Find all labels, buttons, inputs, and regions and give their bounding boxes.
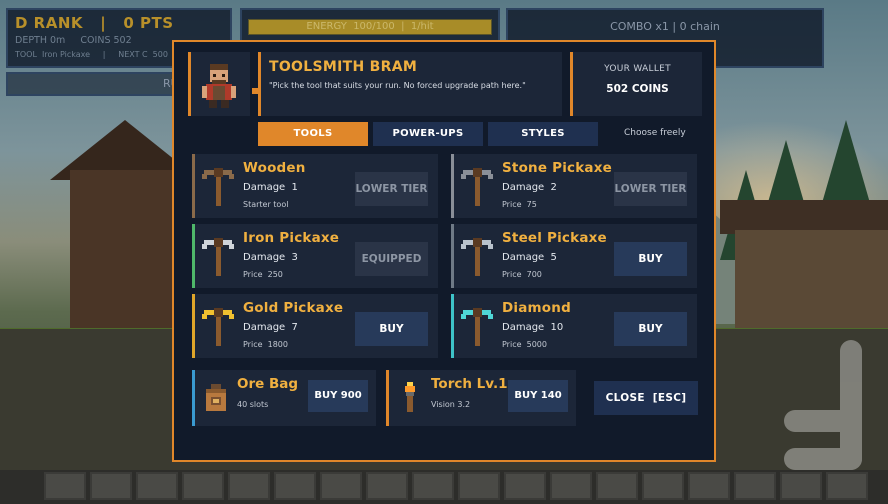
combo-text: COMBO x1 | 0 chain bbox=[610, 20, 720, 33]
pickaxe-icon bbox=[201, 234, 235, 278]
energy-text: ENERGY 100/100 | 1/hit bbox=[306, 21, 434, 32]
tool-card-gold-pickaxe: Gold Pickaxe Damage 7 Price 1800 BUY bbox=[192, 294, 438, 358]
divider: | bbox=[88, 14, 118, 32]
utility-info: 40 slots bbox=[237, 400, 269, 409]
utility-card-torch: Torch Lv.1 Vision 3.2 BUY 140 bbox=[386, 370, 576, 426]
wallet-value: 502 COINS bbox=[606, 83, 669, 95]
lower-tier-button[interactable]: LOWER TIER bbox=[355, 172, 428, 206]
tool-info: Price 5000 bbox=[502, 340, 547, 349]
block-tile bbox=[90, 472, 132, 500]
ore-bag-icon bbox=[203, 380, 229, 414]
tool-card-iron-pickaxe: Iron Pickaxe Damage 3 Price 250 EQUIPPED bbox=[192, 224, 438, 288]
cabin bbox=[70, 170, 180, 330]
block-tile bbox=[136, 472, 178, 500]
tool-damage: Damage 7 bbox=[243, 322, 298, 333]
tool-info: Price 1800 bbox=[243, 340, 288, 349]
wallet-panel: YOUR WALLET 502 COINS bbox=[570, 52, 702, 116]
block-tile bbox=[320, 472, 362, 500]
block-tile bbox=[228, 472, 270, 500]
block-tile bbox=[458, 472, 500, 500]
equipped-button[interactable]: EQUIPPED bbox=[355, 242, 428, 276]
block-tile bbox=[412, 472, 454, 500]
wallet-label: YOUR WALLET bbox=[604, 64, 671, 74]
block-tile bbox=[44, 472, 86, 500]
tool-name: Steel Pickaxe bbox=[502, 230, 607, 246]
buy-button[interactable]: BUY bbox=[614, 242, 687, 276]
tool-damage: Damage 3 bbox=[243, 252, 298, 263]
block-tile bbox=[274, 472, 316, 500]
tool-name: Diamond bbox=[502, 300, 571, 316]
tool-name: Gold Pickaxe bbox=[243, 300, 344, 316]
buy-torch-button[interactable]: BUY 140 bbox=[508, 380, 568, 412]
utility-name: Ore Bag bbox=[237, 376, 299, 392]
block-tile bbox=[504, 472, 546, 500]
block-tile bbox=[596, 472, 638, 500]
shop-modal: TOOLSMITH BRAM "Pick the tool that suits… bbox=[172, 40, 716, 462]
house-roof bbox=[720, 200, 888, 234]
block-tile bbox=[182, 472, 224, 500]
points-label: 0 PTS bbox=[123, 14, 174, 32]
block-tile bbox=[642, 472, 684, 500]
energy-bar: ENERGY 100/100 | 1/hit bbox=[248, 19, 492, 35]
utility-card-ore-bag: Ore Bag 40 slots BUY 900 bbox=[192, 370, 376, 426]
tab-tools[interactable]: TOOLS bbox=[258, 122, 368, 146]
pickaxe-icon bbox=[460, 164, 494, 208]
close-button[interactable]: CLOSE [ESC] bbox=[594, 381, 698, 415]
coins-label: COINS 502 bbox=[80, 35, 132, 46]
utility-name: Torch Lv.1 bbox=[431, 376, 508, 392]
tool-damage: Damage 5 bbox=[502, 252, 557, 263]
depth-label: DEPTH 0m bbox=[15, 35, 66, 46]
pickaxe-icon bbox=[460, 304, 494, 348]
shopkeeper-quote: "Pick the tool that suits your run. No f… bbox=[269, 81, 526, 90]
tool-name: Wooden bbox=[243, 160, 306, 176]
block-tile bbox=[366, 472, 408, 500]
pickaxe-icon bbox=[460, 234, 494, 278]
blacksmith-avatar-icon bbox=[188, 52, 250, 116]
tab-styles[interactable]: STYLES bbox=[488, 122, 598, 146]
torch-icon bbox=[397, 380, 423, 414]
tool-damage: Damage 1 bbox=[243, 182, 298, 193]
pickaxe-icon bbox=[201, 304, 235, 348]
tool-card-wooden: Wooden Damage 1 Starter tool LOWER TIER bbox=[192, 154, 438, 218]
block-tile bbox=[688, 472, 730, 500]
shopkeeper-panel: TOOLSMITH BRAM "Pick the tool that suits… bbox=[188, 52, 562, 116]
tool-card-diamond: Diamond Damage 10 Price 5000 BUY bbox=[451, 294, 697, 358]
shopkeeper-name: TOOLSMITH BRAM bbox=[269, 59, 418, 75]
tool-info: Starter tool bbox=[243, 200, 289, 209]
tool-card-steel-pickaxe: Steel Pickaxe Damage 5 Price 700 BUY bbox=[451, 224, 697, 288]
buy-button[interactable]: BUY bbox=[614, 312, 687, 346]
tab-power-ups[interactable]: POWER-UPS bbox=[373, 122, 483, 146]
watermark-logo bbox=[780, 340, 870, 490]
speech-bubble: TOOLSMITH BRAM "Pick the tool that suits… bbox=[258, 52, 562, 116]
buy-ore-bag-button[interactable]: BUY 900 bbox=[308, 380, 368, 412]
tool-info: Price 700 bbox=[502, 270, 542, 279]
tool-damage: Damage 2 bbox=[502, 182, 557, 193]
tool-name: Iron Pickaxe bbox=[243, 230, 340, 246]
buy-button[interactable]: BUY bbox=[355, 312, 428, 346]
tab-hint: Choose freely bbox=[624, 128, 686, 138]
rank-label: D RANK bbox=[15, 14, 84, 32]
tool-info: Price 250 bbox=[243, 270, 283, 279]
pickaxe-icon bbox=[201, 164, 235, 208]
block-tile bbox=[550, 472, 592, 500]
tool-name: Stone Pickaxe bbox=[502, 160, 612, 176]
block-tile bbox=[734, 472, 776, 500]
pine-tree bbox=[820, 120, 872, 210]
block-row bbox=[0, 470, 888, 504]
tool-info: Price 75 bbox=[502, 200, 537, 209]
rank-line: D RANK | 0 PTS bbox=[15, 14, 223, 32]
utility-info: Vision 3.2 bbox=[431, 400, 471, 409]
tool-damage: Damage 10 bbox=[502, 322, 564, 333]
tool-card-stone-pickaxe: Stone Pickaxe Damage 2 Price 75 LOWER TI… bbox=[451, 154, 697, 218]
lower-tier-button[interactable]: LOWER TIER bbox=[614, 172, 687, 206]
